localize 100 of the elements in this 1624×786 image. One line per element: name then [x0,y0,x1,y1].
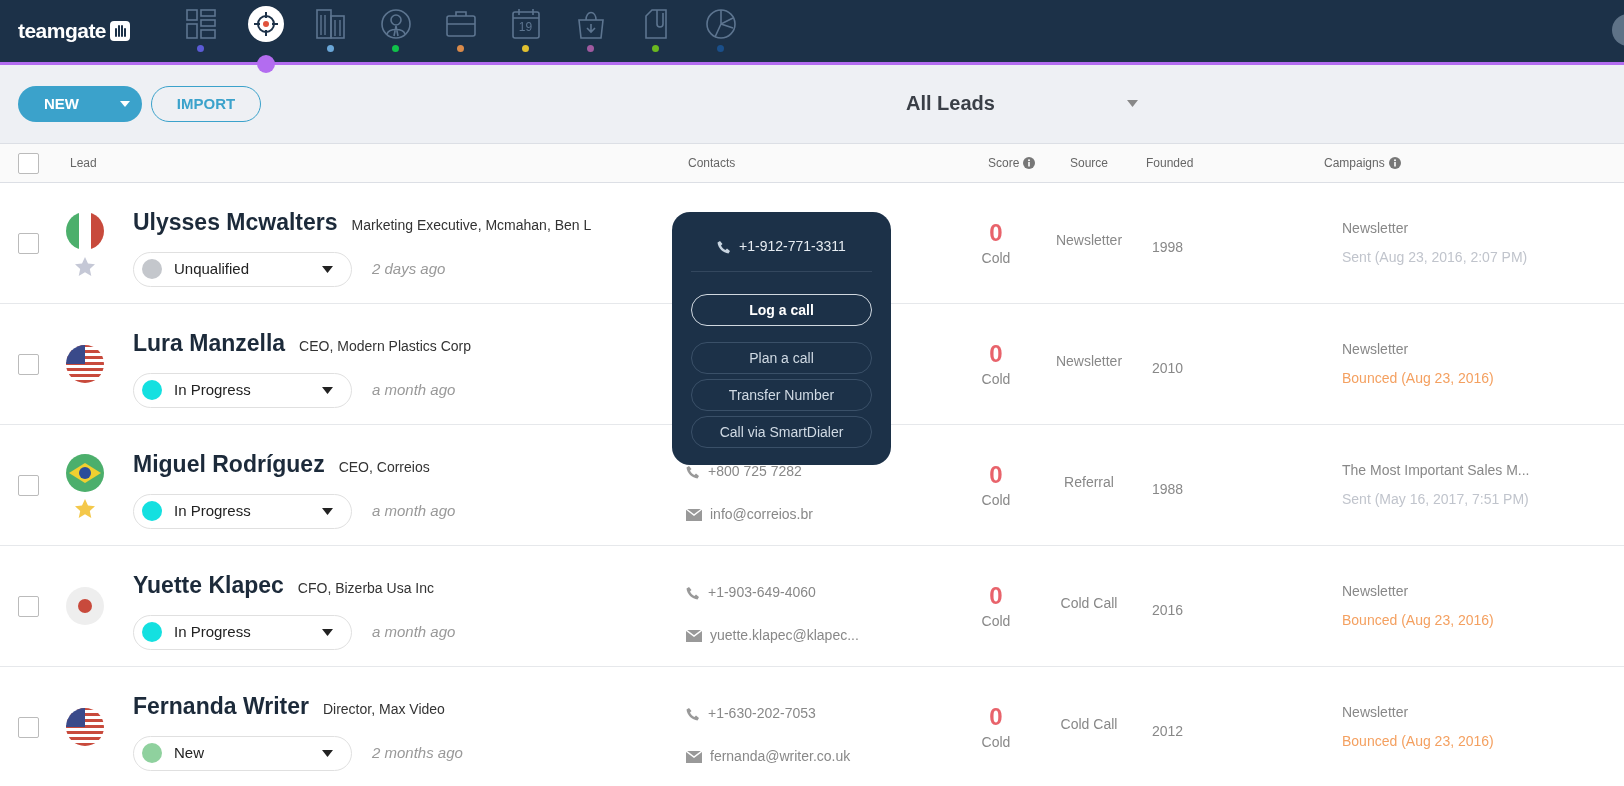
caret-icon [1127,99,1138,107]
row-checkbox[interactable] [18,474,39,496]
column-header[interactable]: Founded [1146,154,1194,172]
source-text: Newsletter [1055,230,1123,250]
founded-year: 1988 [1152,481,1184,497]
caret-icon [322,507,333,515]
status-dropdown[interactable]: In Progress [133,614,352,650]
phone-icon [686,585,700,600]
campaign-status: Bounced (Aug 23, 2016) [1342,369,1494,388]
lead-name[interactable]: Yuette Klapec [133,568,284,603]
score-value: 0 [989,338,1003,369]
phone-number[interactable]: +1-912-771-3311 [739,236,846,257]
campaign-status: Bounced (Aug 23, 2016) [1342,611,1494,630]
caret-icon [120,101,130,107]
campaign-name: Newsletter [1342,703,1410,722]
column-header[interactable]: Lead [70,154,97,172]
column-header[interactable]: Score [988,154,1020,172]
founded-year: 2010 [1152,360,1184,376]
view-dropdown[interactable]: All Leads [906,85,1138,121]
phone-number[interactable]: +1-630-202-7053 [708,703,816,724]
source-text: Cold Call [1060,714,1118,734]
lead-title: CEO, Correios [338,458,430,478]
campaign-name: Newsletter [1342,219,1410,238]
score-label: Cold [981,248,1011,268]
status-label: Unqualified [174,259,251,279]
caret-icon [322,749,333,757]
score-value: 0 [989,701,1003,732]
founded-year: 1998 [1152,239,1184,255]
column-header[interactable]: Campaigns [1324,154,1385,172]
score-label: Cold [981,369,1011,389]
phone-number[interactable]: +800 725 7282 [708,461,802,482]
last-activity: 2 days ago [372,259,446,279]
caret-icon [322,628,333,636]
last-activity: a month ago [372,501,456,521]
lead-title: CEO, Modern Plastics Corp [299,337,472,357]
status-dropdown[interactable]: In Progress [133,493,352,529]
mail-icon [686,750,702,763]
campaign-name: The Most Important Sales M... [1342,461,1530,480]
lead-name[interactable]: Ulysses Mcwalters [133,205,338,240]
status-label: In Progress [174,380,252,400]
campaign-status: Bounced (Aug 23, 2016) [1342,732,1494,751]
email-address[interactable]: info@correios.br [710,504,813,525]
campaign-name: Newsletter [1342,582,1410,601]
phone-icon [686,464,700,479]
phone-icon [717,239,732,254]
lead-name[interactable]: Lura Manzella [133,326,286,361]
row-checkbox[interactable] [18,595,39,617]
calendar-day: 19 [507,21,544,33]
caret-icon [322,386,333,394]
usa-flag-icon [65,707,105,747]
status-dropdown[interactable]: New [133,735,352,771]
lead-name[interactable]: Fernanda Writer [133,689,309,724]
column-header[interactable]: Source [1070,154,1109,172]
source-text: Cold Call [1060,593,1118,613]
mail-icon [686,508,702,521]
founded-year: 2012 [1152,723,1184,739]
target-icon[interactable] [247,6,284,42]
info-icon [1023,157,1036,169]
row-checkbox[interactable] [18,232,39,254]
lead-title: Director, Max Video [322,700,445,720]
info-icon [1388,157,1401,169]
campaign-status: Sent (Aug 23, 2016, 2:07 PM) [1342,248,1528,267]
japan-flag-icon [65,586,105,626]
score-label: Cold [981,490,1011,510]
email-address[interactable]: yuette.klapec@klapec... [710,625,859,646]
founded-year: 2016 [1152,602,1184,618]
status-dropdown[interactable]: Unqualified [133,251,352,287]
source-text: Referral [1064,472,1114,492]
row-checkbox[interactable] [18,353,39,375]
phone-number[interactable]: +1-903-649-4060 [708,582,816,603]
mail-icon [686,629,702,642]
logo-text: teamgate [18,18,106,45]
last-activity: a month ago [372,622,456,642]
lead-title: Marketing Executive, Mcmahan, Ben L [351,216,592,236]
score-label: Cold [981,732,1011,752]
column-header[interactable]: Contacts [688,154,736,172]
caret-icon [322,265,333,273]
select-all-checkbox[interactable] [18,152,39,174]
source-text: Newsletter [1055,351,1123,371]
brazil-flag-icon [65,452,105,493]
campaign-status: Sent (May 16, 2017, 7:51 PM) [1342,490,1530,509]
last-activity: a month ago [372,380,456,400]
score-value: 0 [989,217,1003,248]
score-value: 0 [989,580,1003,611]
star-icon[interactable] [75,498,95,518]
campaign-name: Newsletter [1342,340,1410,359]
score-value: 0 [989,459,1003,490]
lead-title: CFO, Bizerba Usa Inc [297,579,434,599]
last-activity: 2 months ago [372,743,463,763]
status-label: In Progress [174,622,252,642]
usa-flag-icon [65,344,105,384]
email-address[interactable]: fernanda@writer.co.uk [710,746,851,767]
hand-logo-icon [110,21,130,41]
status-label: In Progress [174,501,252,521]
status-dropdown[interactable]: In Progress [133,372,352,408]
lead-name[interactable]: Miguel Rodríguez [133,447,325,482]
row-checkbox[interactable] [18,716,39,738]
score-label: Cold [981,611,1011,631]
phone-icon [686,706,700,721]
star-icon[interactable] [75,256,95,276]
